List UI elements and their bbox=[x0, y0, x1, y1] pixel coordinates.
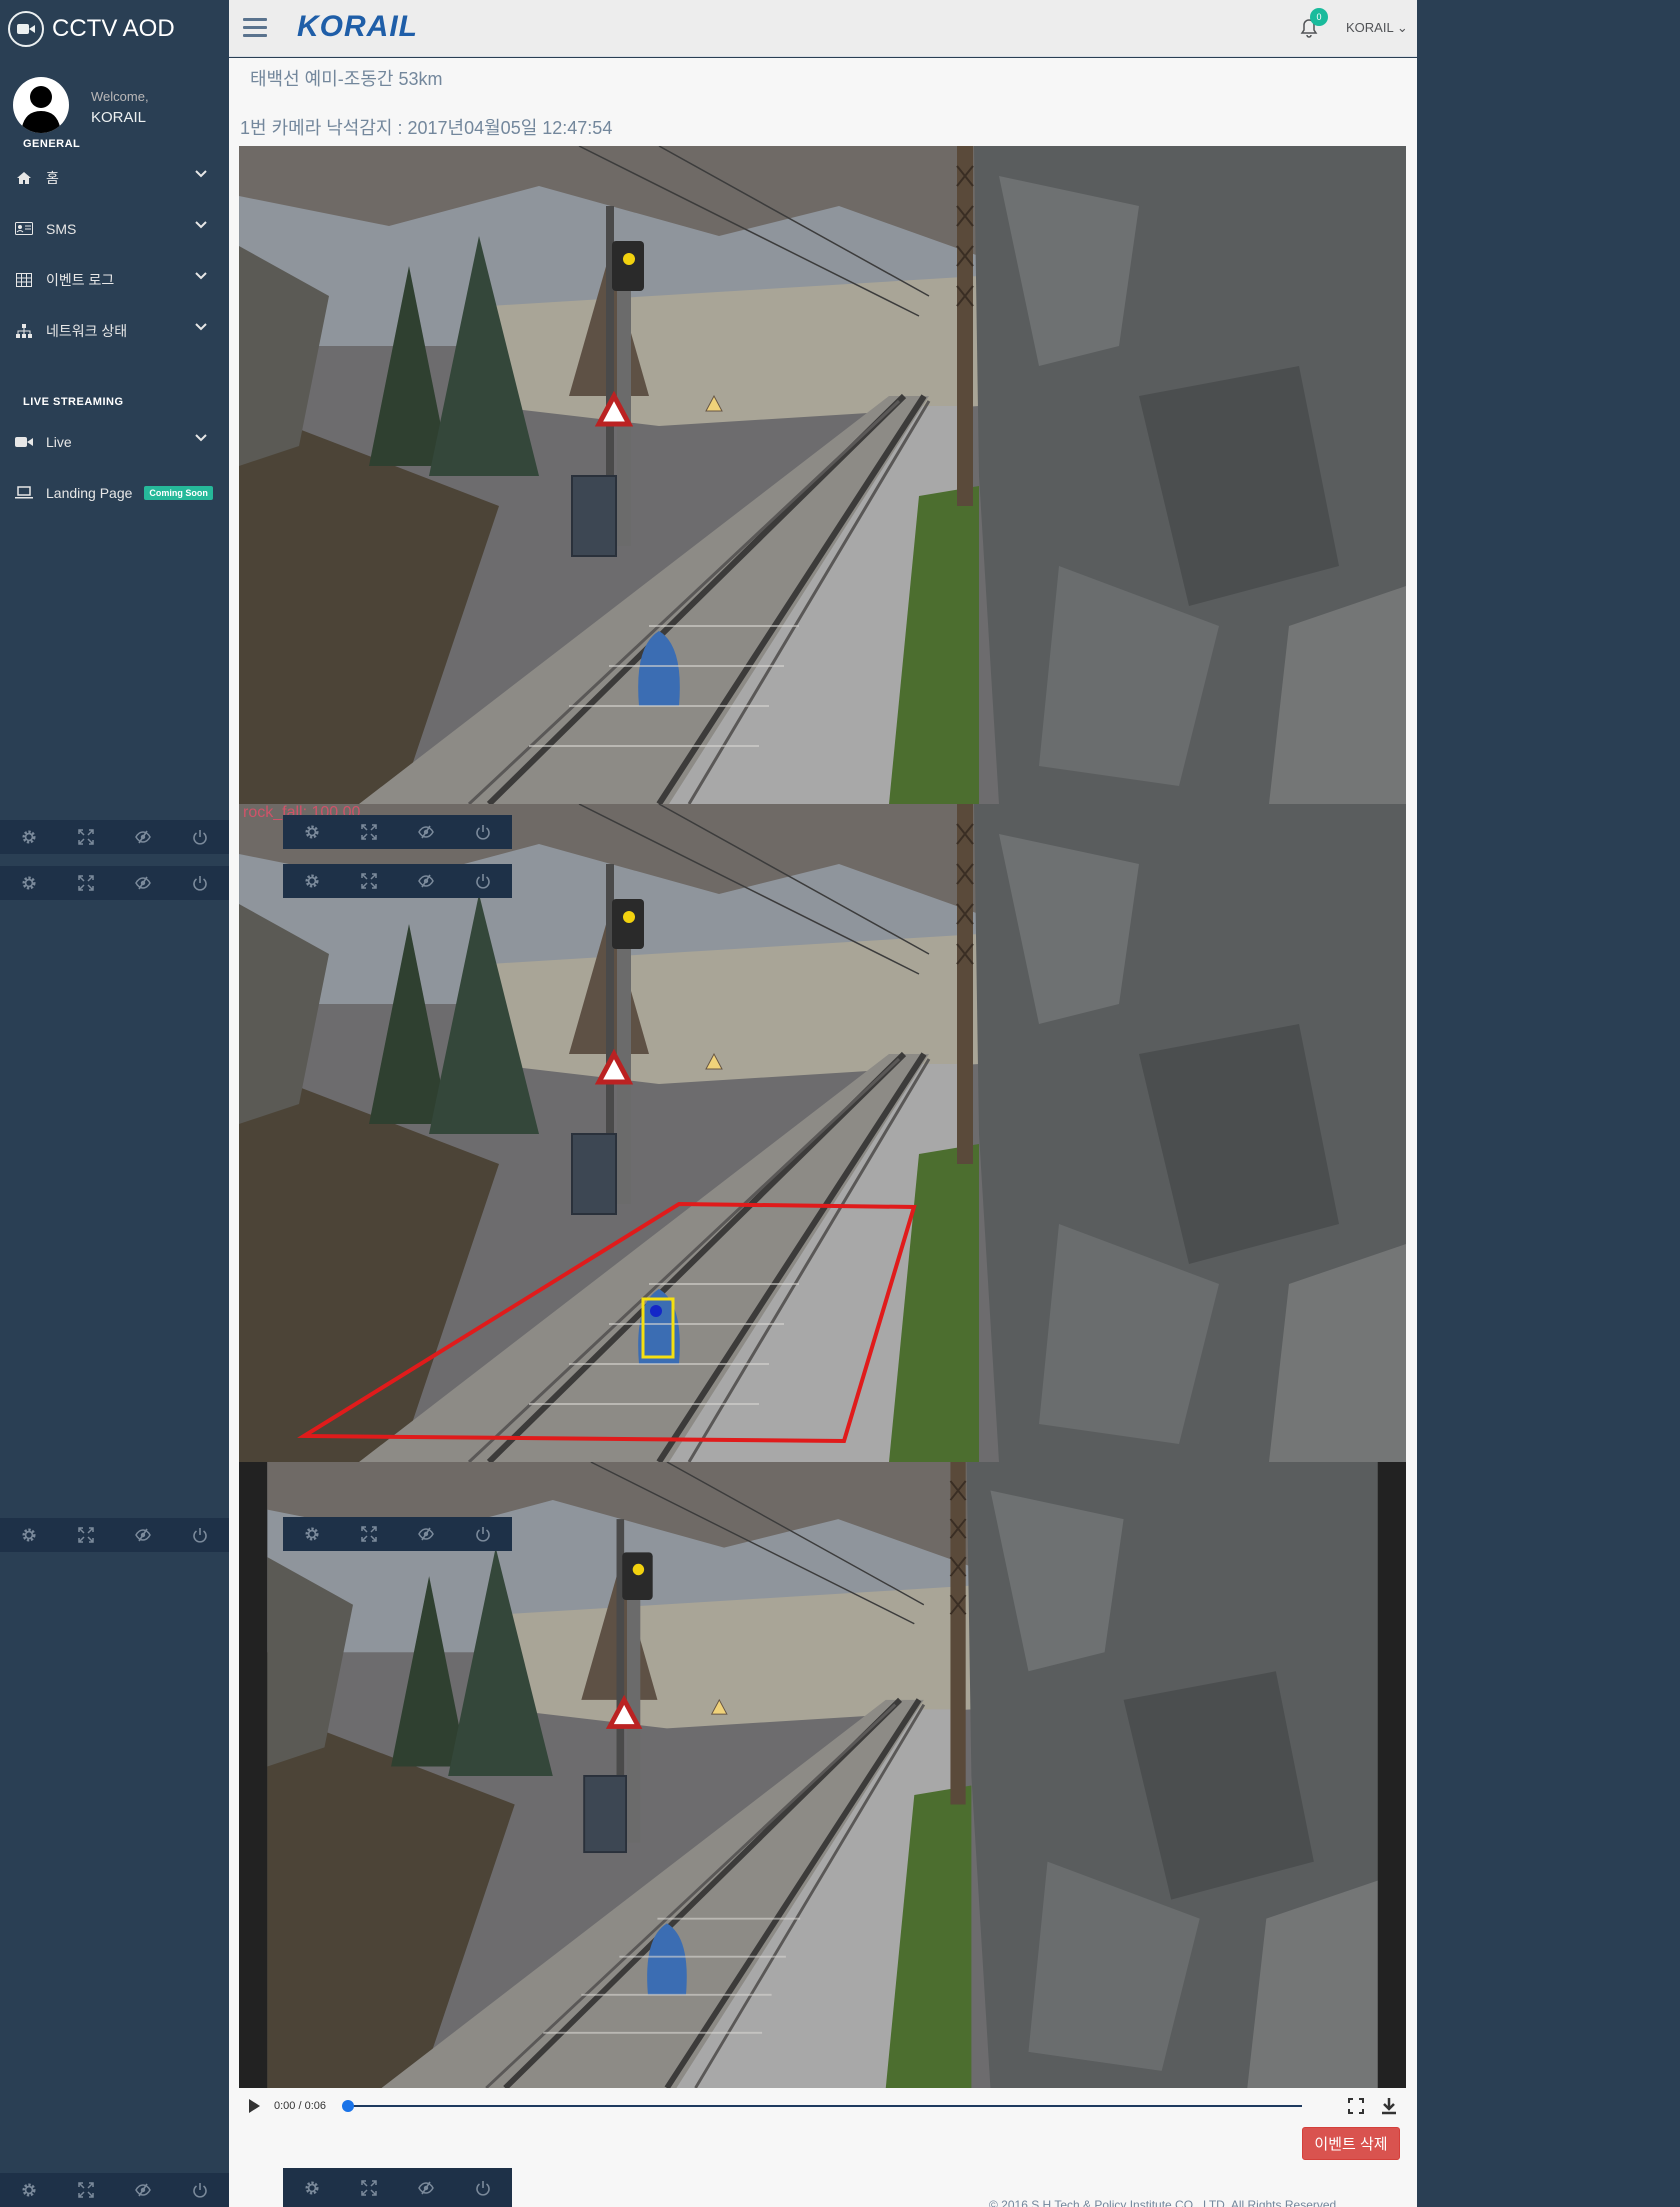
expand-icon[interactable] bbox=[77, 874, 95, 892]
top-navbar: KORAIL 0 KORAIL ⌄ bbox=[229, 0, 1417, 57]
camera-toolbar bbox=[0, 866, 229, 900]
user-menu[interactable]: KORAIL ⌄ bbox=[1346, 20, 1408, 36]
progress-bar[interactable] bbox=[345, 2105, 1302, 2107]
video-player[interactable]: rock_fall: 100.00 bbox=[239, 146, 1406, 2088]
route-title: 태백선 예미-조동간 53km bbox=[250, 69, 443, 89]
gear-icon[interactable] bbox=[303, 823, 321, 841]
gear-icon[interactable] bbox=[303, 1525, 321, 1543]
notification-badge: 0 bbox=[1310, 8, 1328, 26]
brand[interactable]: CCTV AOD bbox=[0, 0, 229, 57]
expand-icon[interactable] bbox=[360, 823, 378, 841]
camera-frame-3 bbox=[239, 1462, 1406, 2088]
eye-slash-icon[interactable] bbox=[134, 874, 152, 892]
welcome-text: Welcome, bbox=[91, 89, 149, 104]
gear-icon[interactable] bbox=[20, 874, 38, 892]
sidebar-item-home[interactable]: 홈 bbox=[0, 152, 229, 203]
chevron-down-icon bbox=[195, 221, 207, 229]
sidebar-item-network[interactable]: 네트워크 상태 bbox=[0, 305, 229, 356]
sidebar-item-live[interactable]: Live bbox=[0, 416, 229, 467]
power-icon[interactable] bbox=[191, 828, 209, 846]
sitemap-icon bbox=[14, 323, 34, 339]
camera-toolbar bbox=[0, 820, 229, 854]
sidebar-item-label: 네트워크 상태 bbox=[46, 322, 128, 339]
camera-toolbar bbox=[283, 815, 512, 849]
expand-icon[interactable] bbox=[77, 1526, 95, 1544]
camera-frame-2 bbox=[239, 804, 1406, 1462]
power-icon[interactable] bbox=[191, 1526, 209, 1544]
eye-slash-icon[interactable] bbox=[417, 823, 435, 841]
delete-event-button[interactable]: 이벤트 삭제 bbox=[1302, 2127, 1400, 2160]
power-icon[interactable] bbox=[191, 874, 209, 892]
power-icon[interactable] bbox=[474, 1525, 492, 1543]
expand-icon[interactable] bbox=[360, 872, 378, 890]
chevron-down-icon bbox=[195, 434, 207, 442]
eye-slash-icon[interactable] bbox=[134, 1526, 152, 1544]
detection-point bbox=[650, 1305, 662, 1317]
camera-toolbar bbox=[283, 1517, 512, 1551]
main-content: 태백선 예미-조동간 53km 1번 카메라 낙석감지 : 2017년04월05… bbox=[229, 58, 1417, 2207]
video-camera-icon bbox=[8, 10, 44, 47]
video-time: 0:00 / 0:06 bbox=[274, 2100, 326, 2112]
chevron-down-icon bbox=[195, 272, 207, 280]
eye-slash-icon[interactable] bbox=[417, 2179, 435, 2197]
power-icon[interactable] bbox=[191, 2181, 209, 2199]
user-menu-label: KORAIL bbox=[1346, 20, 1394, 35]
power-icon[interactable] bbox=[474, 2179, 492, 2197]
sidebar: CCTV AOD Welcome, KORAIL GENERAL 홈 SMS 이… bbox=[0, 0, 229, 2207]
gear-icon[interactable] bbox=[20, 1526, 38, 1544]
gear-icon[interactable] bbox=[20, 828, 38, 846]
expand-icon[interactable] bbox=[77, 828, 95, 846]
sidebar-item-event-log[interactable]: 이벤트 로그 bbox=[0, 254, 229, 305]
home-icon bbox=[14, 170, 34, 186]
camera-toolbar bbox=[283, 2168, 512, 2207]
avatar bbox=[13, 77, 69, 133]
app-title: CCTV AOD bbox=[52, 14, 175, 42]
sidebar-item-label: 홈 bbox=[46, 169, 59, 186]
gear-icon[interactable] bbox=[303, 872, 321, 890]
profile: Welcome, KORAIL GENERAL bbox=[0, 57, 229, 152]
expand-icon[interactable] bbox=[77, 2181, 95, 2199]
section-label-general: GENERAL bbox=[23, 138, 81, 150]
sidebar-item-label: Live bbox=[46, 433, 72, 450]
sidebar-item-sms[interactable]: SMS bbox=[0, 203, 229, 254]
sidebar-item-landing-page[interactable]: Landing Page Coming Soon bbox=[0, 467, 229, 518]
chevron-down-icon bbox=[195, 323, 207, 331]
download-icon[interactable] bbox=[1381, 2097, 1397, 2115]
gear-icon[interactable] bbox=[303, 2179, 321, 2197]
sidebar-item-label: Landing Page bbox=[46, 484, 133, 501]
id-card-icon bbox=[14, 221, 34, 237]
footer-copyright: © 2016 S.H Tech & Policy Institute CO., … bbox=[989, 2198, 1340, 2207]
camera-toolbar bbox=[283, 864, 512, 898]
coming-soon-badge: Coming Soon bbox=[144, 485, 213, 500]
menu-toggle-icon[interactable] bbox=[243, 18, 267, 38]
video-controls: 0:00 / 0:06 bbox=[239, 2088, 1406, 2124]
sidebar-item-label: SMS bbox=[46, 220, 77, 237]
user-name: KORAIL bbox=[91, 109, 147, 126]
table-icon bbox=[14, 272, 34, 288]
laptop-icon bbox=[14, 485, 34, 501]
sidebar-menu: 홈 SMS 이벤트 로그 네트워크 상태 bbox=[0, 152, 229, 356]
progress-knob[interactable] bbox=[342, 2100, 354, 2112]
chevron-down-icon bbox=[195, 170, 207, 178]
fullscreen-icon[interactable] bbox=[1348, 2098, 1364, 2114]
eye-slash-icon[interactable] bbox=[134, 2181, 152, 2199]
video-icon bbox=[14, 434, 34, 450]
eye-slash-icon[interactable] bbox=[134, 828, 152, 846]
expand-icon[interactable] bbox=[360, 1525, 378, 1543]
event-title: 1번 카메라 낙석감지 : 2017년04월05일 12:47:54 bbox=[240, 118, 613, 138]
camera-toolbar bbox=[0, 1518, 229, 1552]
sidebar-item-label: 이벤트 로그 bbox=[46, 271, 115, 288]
camera-frame-1 bbox=[239, 146, 1406, 804]
eye-slash-icon[interactable] bbox=[417, 1525, 435, 1543]
power-icon[interactable] bbox=[474, 823, 492, 841]
play-icon[interactable] bbox=[249, 2099, 260, 2113]
section-label-live: LIVE STREAMING bbox=[23, 396, 124, 408]
power-icon[interactable] bbox=[474, 872, 492, 890]
chevron-down-icon: ⌄ bbox=[1393, 20, 1408, 35]
camera-toolbar bbox=[0, 2173, 229, 2207]
gear-icon[interactable] bbox=[20, 2181, 38, 2199]
expand-icon[interactable] bbox=[360, 2179, 378, 2197]
eye-slash-icon[interactable] bbox=[417, 872, 435, 890]
korail-logo: KORAIL bbox=[297, 10, 418, 43]
